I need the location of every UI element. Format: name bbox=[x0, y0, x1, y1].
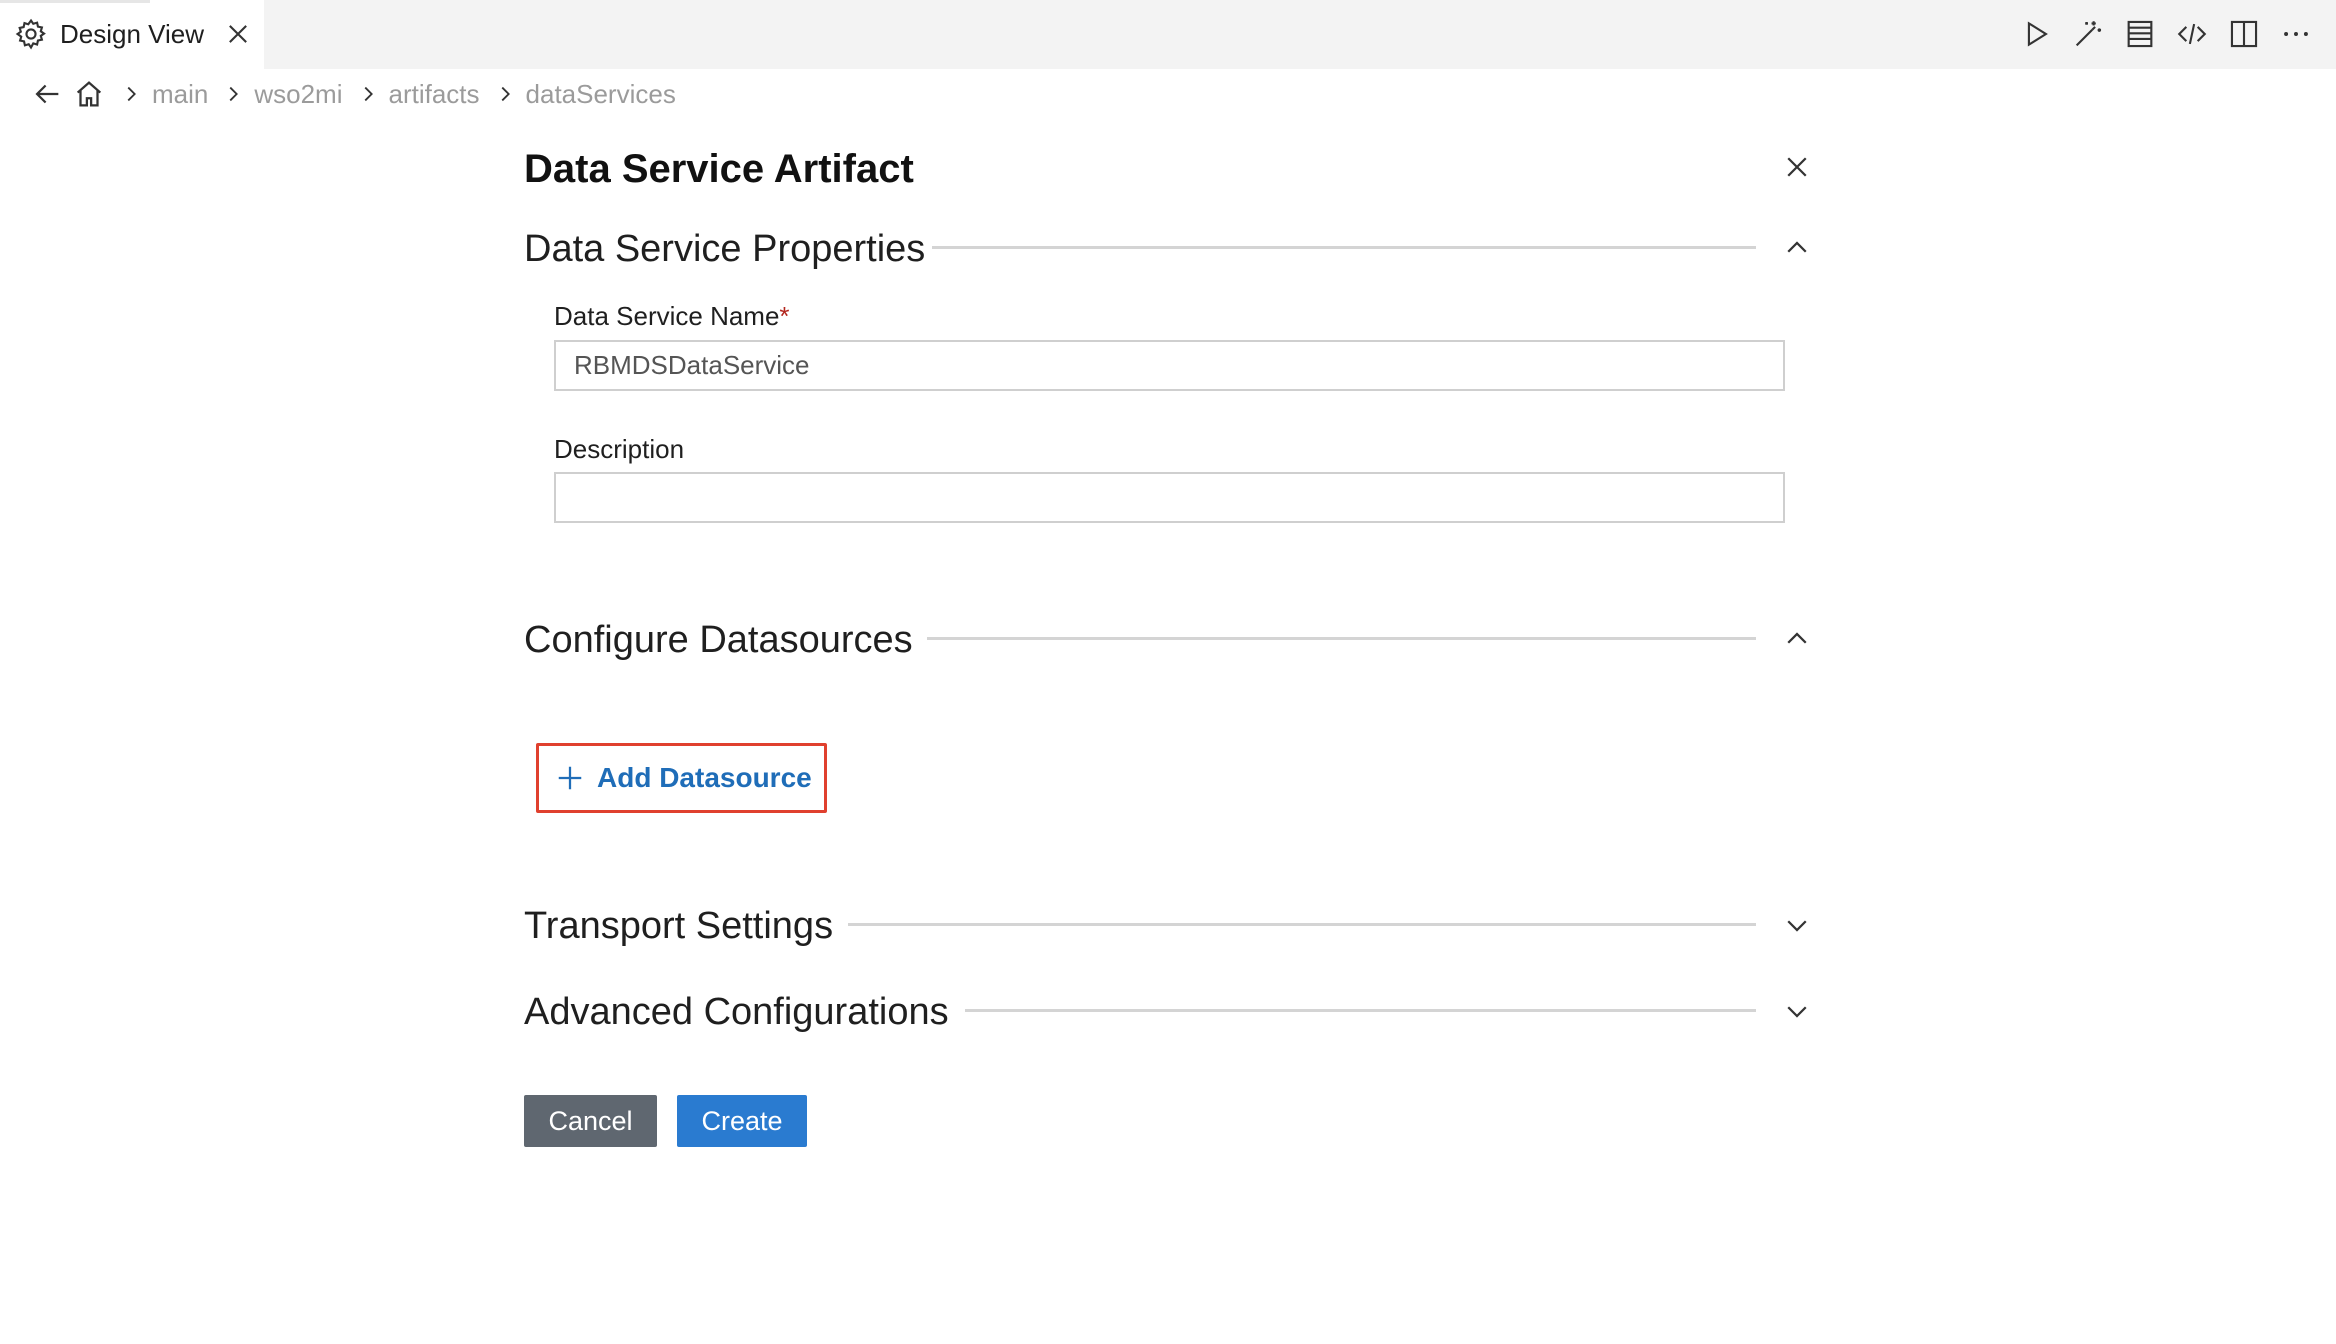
chevron-down-icon[interactable] bbox=[1782, 996, 1812, 1026]
section-divider bbox=[927, 637, 1756, 640]
tab-active-indicator bbox=[0, 0, 150, 3]
chevron-down-icon[interactable] bbox=[1782, 910, 1812, 940]
close-icon[interactable] bbox=[1782, 152, 1812, 182]
data-service-name-label: Data Service Name* bbox=[554, 300, 790, 332]
breadcrumb-item-artifacts[interactable]: artifacts bbox=[389, 74, 480, 114]
section-title-advanced[interactable]: Advanced Configurations bbox=[524, 989, 949, 1035]
gear-icon bbox=[15, 18, 46, 50]
chevron-up-icon[interactable] bbox=[1782, 624, 1812, 654]
list-icon[interactable] bbox=[2123, 17, 2157, 51]
description-input[interactable] bbox=[554, 472, 1785, 523]
chevron-right-icon bbox=[229, 86, 239, 102]
chevron-right-icon bbox=[364, 86, 373, 102]
code-icon[interactable] bbox=[2175, 17, 2209, 51]
back-arrow-icon[interactable] bbox=[30, 77, 64, 111]
chevron-right-icon bbox=[501, 86, 510, 102]
magic-wand-icon[interactable] bbox=[2071, 17, 2105, 51]
add-datasource-label: Add Datasource bbox=[597, 762, 812, 793]
cancel-button[interactable]: Cancel bbox=[524, 1095, 657, 1147]
section-title-transport[interactable]: Transport Settings bbox=[524, 903, 833, 949]
chevron-up-icon[interactable] bbox=[1782, 233, 1812, 263]
add-datasource-button[interactable]: Add Datasource bbox=[536, 743, 827, 813]
section-divider bbox=[932, 246, 1756, 249]
section-divider bbox=[848, 923, 1756, 926]
data-service-name-input[interactable] bbox=[554, 340, 1785, 391]
more-icon[interactable] bbox=[2279, 17, 2313, 51]
required-mark: * bbox=[779, 301, 790, 331]
breadcrumb-item-wso2mi[interactable]: wso2mi bbox=[254, 74, 342, 114]
data-service-name-label-text: Data Service Name bbox=[554, 301, 780, 331]
tab-design-view[interactable]: Design View bbox=[0, 0, 264, 69]
breadcrumb: main wso2mi artifacts dataServices bbox=[30, 74, 676, 114]
chevron-right-icon bbox=[127, 86, 136, 102]
tab-title: Design View bbox=[60, 19, 205, 49]
section-title-properties[interactable]: Data Service Properties bbox=[524, 226, 925, 272]
section-divider bbox=[965, 1009, 1756, 1012]
split-editor-icon[interactable] bbox=[2227, 17, 2261, 51]
run-icon[interactable] bbox=[2019, 17, 2053, 51]
breadcrumb-item-main[interactable]: main bbox=[152, 74, 208, 114]
home-icon[interactable] bbox=[72, 77, 106, 111]
editor-tab-bar: Design View bbox=[0, 0, 2336, 69]
create-button[interactable]: Create bbox=[677, 1095, 807, 1147]
plus-icon bbox=[558, 766, 582, 790]
breadcrumb-item-dataservices[interactable]: dataServices bbox=[526, 74, 676, 114]
description-label: Description bbox=[554, 434, 685, 464]
section-title-datasources[interactable]: Configure Datasources bbox=[524, 617, 913, 663]
close-icon[interactable] bbox=[224, 20, 252, 48]
form-title: Data Service Artifact bbox=[524, 147, 914, 191]
